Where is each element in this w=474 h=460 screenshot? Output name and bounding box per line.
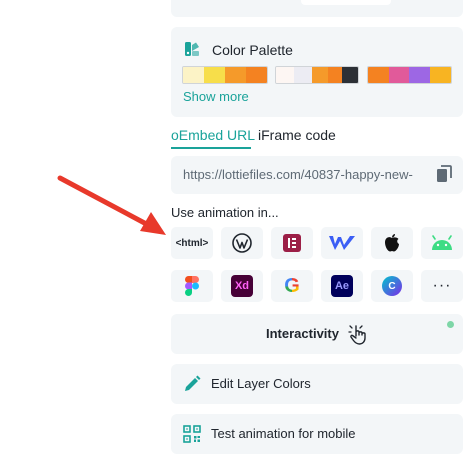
active-tab-indicator bbox=[171, 147, 251, 149]
embed-url-value[interactable]: https://lottiefiles.com/40837-happy-new- bbox=[183, 166, 423, 183]
apple-icon bbox=[385, 234, 399, 252]
webflow-button[interactable] bbox=[321, 227, 363, 259]
google-button[interactable]: G bbox=[271, 270, 313, 302]
top-partial-input bbox=[301, 0, 391, 5]
use-animation-title: Use animation in... bbox=[171, 205, 279, 220]
swatch[interactable] bbox=[276, 67, 294, 83]
google-icon: G bbox=[281, 275, 303, 297]
qr-code-icon bbox=[183, 425, 201, 443]
html-button[interactable]: <html> bbox=[171, 227, 213, 259]
test-mobile-button[interactable]: Test animation for mobile bbox=[171, 414, 463, 454]
pencil-icon bbox=[185, 375, 201, 391]
swatch[interactable] bbox=[368, 67, 389, 83]
android-button[interactable] bbox=[421, 227, 463, 259]
figma-icon bbox=[185, 276, 199, 296]
android-icon bbox=[432, 235, 452, 250]
wordpress-icon bbox=[232, 233, 252, 253]
adobe-xd-button[interactable]: Xd bbox=[221, 270, 263, 302]
more-icon: ··· bbox=[432, 277, 452, 294]
swatch[interactable] bbox=[294, 67, 312, 83]
swatch[interactable] bbox=[342, 67, 358, 83]
palette-swatch-group-3[interactable] bbox=[367, 66, 452, 84]
tab-iframe-code[interactable]: iFrame code bbox=[258, 126, 336, 144]
test-mobile-label: Test animation for mobile bbox=[211, 426, 356, 441]
interactivity-label: Interactivity bbox=[266, 326, 339, 341]
swatch[interactable] bbox=[312, 67, 328, 83]
apple-button[interactable] bbox=[371, 227, 413, 259]
after-effects-label: Ae bbox=[334, 280, 350, 292]
interactivity-button[interactable]: Interactivity bbox=[171, 314, 463, 354]
tab-oembed-url[interactable]: oEmbed URL bbox=[171, 126, 255, 144]
html-label: <html> bbox=[175, 237, 209, 249]
copy-icon[interactable] bbox=[436, 165, 452, 183]
swatch[interactable] bbox=[328, 67, 342, 83]
swatch[interactable] bbox=[430, 67, 451, 83]
wordpress-button[interactable] bbox=[221, 227, 263, 259]
pointer-hand-icon bbox=[348, 325, 366, 345]
palette-swatch-group-1[interactable] bbox=[182, 66, 268, 84]
canva-icon: C bbox=[382, 276, 402, 296]
color-palette-title: Color Palette bbox=[212, 42, 293, 58]
canva-label: C bbox=[388, 280, 396, 292]
show-more-link[interactable]: Show more bbox=[183, 89, 249, 105]
elementor-icon bbox=[283, 234, 301, 252]
more-integrations-button[interactable]: ··· bbox=[421, 270, 463, 302]
status-dot bbox=[447, 321, 454, 328]
swatch[interactable] bbox=[204, 67, 225, 83]
google-label: G bbox=[284, 274, 300, 297]
swatch[interactable] bbox=[246, 67, 267, 83]
canva-button[interactable]: C bbox=[371, 270, 413, 302]
edit-layer-colors-button[interactable]: Edit Layer Colors bbox=[171, 364, 463, 404]
edit-layer-colors-label: Edit Layer Colors bbox=[211, 376, 311, 391]
swatch[interactable] bbox=[183, 67, 204, 83]
webflow-icon bbox=[329, 236, 355, 250]
swatch[interactable] bbox=[389, 67, 409, 83]
swatch[interactable] bbox=[409, 67, 430, 83]
swatch[interactable] bbox=[225, 67, 246, 83]
palette-swatch-group-2[interactable] bbox=[275, 66, 359, 84]
elementor-button[interactable] bbox=[271, 227, 313, 259]
after-effects-button[interactable]: Ae bbox=[321, 270, 363, 302]
top-partial-card bbox=[171, 0, 463, 17]
palette-icon bbox=[185, 42, 199, 56]
adobe-xd-label: Xd bbox=[234, 280, 250, 292]
after-effects-icon: Ae bbox=[331, 275, 353, 297]
figma-button[interactable] bbox=[171, 270, 213, 302]
adobe-xd-icon: Xd bbox=[231, 275, 253, 297]
